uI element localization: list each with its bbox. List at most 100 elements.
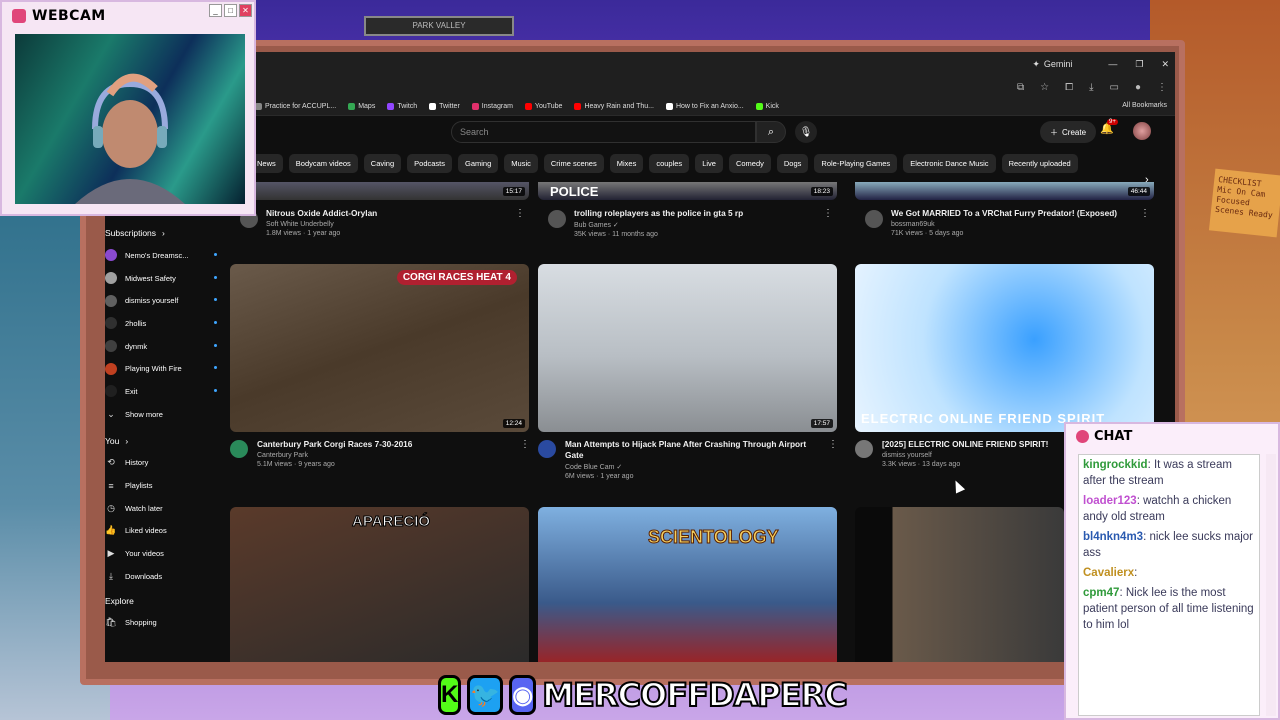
channel-avatar[interactable] bbox=[230, 440, 248, 458]
filter-chip[interactable]: Podcasts bbox=[407, 153, 453, 173]
bookmark-label: Twitch bbox=[397, 103, 418, 110]
bookmark-item[interactable]: How to Fix an Anxio... bbox=[665, 103, 744, 110]
filter-chip[interactable]: Bodycam videos bbox=[288, 153, 358, 173]
sidebar-item-history[interactable]: ⟲ History bbox=[105, 452, 223, 475]
sidebar-item-downloads[interactable]: ⤓ Downloads bbox=[105, 565, 223, 588]
channel-name[interactable]: Bub Games ✓ bbox=[574, 221, 829, 229]
filter-chip[interactable]: Recently uploaded bbox=[1001, 153, 1078, 173]
filter-chip[interactable]: Electronic Dance Music bbox=[903, 153, 996, 173]
channel-name-text: bossman69uk bbox=[891, 221, 935, 228]
video-title[interactable]: Canterbury Park Corgi Races 7-30-2016 bbox=[257, 439, 512, 450]
you-heading[interactable]: You › bbox=[105, 430, 223, 452]
more-options-icon[interactable]: ⋮ bbox=[1140, 208, 1150, 219]
filter-chip[interactable]: Dogs bbox=[776, 153, 809, 173]
video-thumbnail[interactable] bbox=[855, 507, 1064, 662]
video-thumbnail[interactable]: APARECIÓ bbox=[230, 507, 529, 662]
bookmark-favicon-icon bbox=[429, 103, 437, 110]
profile-icon[interactable]: ● bbox=[1135, 82, 1141, 93]
filter-chip[interactable]: Comedy bbox=[728, 153, 771, 173]
video-title[interactable]: Man Attempts to Hijack Plane After Crash… bbox=[565, 439, 820, 461]
video-thumbnail[interactable]: 15:17 bbox=[230, 182, 529, 200]
star-icon[interactable]: ☆ bbox=[1040, 82, 1049, 93]
gemini-button[interactable]: ✦ Gemini bbox=[1032, 59, 1072, 70]
new-content-dot bbox=[214, 389, 217, 393]
sidebar-item-subscription[interactable]: 2hollis bbox=[105, 312, 223, 335]
bookmark-item[interactable]: Kick bbox=[755, 103, 779, 110]
sidebar-item-subscription[interactable]: Exit bbox=[105, 380, 223, 403]
more-options-icon[interactable]: ⋮ bbox=[515, 208, 525, 219]
video-thumbnail[interactable]: CORGI RACES HEAT 4 12:24 bbox=[230, 264, 529, 432]
sidebar-item-playlists[interactable]: ≡ Playlists bbox=[105, 474, 223, 497]
notifications-button[interactable]: 🔔 9+ bbox=[1100, 119, 1118, 135]
filter-chip[interactable]: Mixes bbox=[609, 153, 644, 173]
video-thumbnail[interactable]: ELECTRIC ONLINE FRIEND SPIRIT bbox=[855, 264, 1154, 432]
channel-name[interactable]: Canterbury Park bbox=[257, 452, 512, 459]
filter-chip[interactable]: Crime scenes bbox=[543, 153, 604, 173]
video-thumbnail[interactable]: SCIENTOLOGY bbox=[538, 507, 837, 662]
filter-chip[interactable]: Role-Playing Games bbox=[814, 153, 898, 173]
search-button[interactable]: ⌕ bbox=[756, 121, 786, 143]
chevron-right-icon: › bbox=[162, 228, 165, 238]
more-options-icon[interactable]: ⋮ bbox=[823, 208, 833, 219]
bookmark-item[interactable]: Heavy Rain and Thu... bbox=[574, 103, 654, 110]
sidebar-item-liked-videos[interactable]: 👍 Liked videos bbox=[105, 520, 223, 543]
bookmark-item[interactable]: Twitch bbox=[387, 103, 417, 110]
menu-icon[interactable]: ⋮ bbox=[1157, 82, 1167, 93]
cast-icon[interactable]: ⧉ bbox=[1017, 82, 1024, 93]
sidebar-item-subscription[interactable]: Nemo's Dreamsc... bbox=[105, 244, 223, 267]
sidebar-item-subscription[interactable]: dynmk bbox=[105, 335, 223, 358]
bookmark-item[interactable]: Maps bbox=[348, 103, 375, 110]
all-bookmarks[interactable]: All Bookmarks bbox=[1122, 102, 1167, 109]
channel-name[interactable]: Soft White Underbelly bbox=[266, 221, 521, 228]
channel-avatar[interactable] bbox=[855, 440, 873, 458]
sidebar-item-subscription[interactable]: dismiss yourself bbox=[105, 289, 223, 312]
filter-chip[interactable]: Caving bbox=[363, 153, 402, 173]
search-input[interactable]: Search bbox=[451, 121, 756, 143]
channel-name[interactable]: bossman69uk bbox=[891, 221, 1146, 228]
bookmark-item[interactable]: Twitter bbox=[429, 103, 460, 110]
liked-videos-icon: 👍 bbox=[105, 525, 117, 536]
sidebar-item-subscription[interactable]: Midwest Safety bbox=[105, 267, 223, 290]
filter-chip[interactable]: Live bbox=[695, 153, 723, 173]
show-more-button[interactable]: ⌄ Show more bbox=[105, 403, 223, 426]
filter-chip[interactable]: couples bbox=[649, 153, 690, 173]
sidebar-item-your-videos[interactable]: ▶ Your videos bbox=[105, 542, 223, 565]
channel-name[interactable]: Code Blue Cam ✓ bbox=[565, 463, 820, 471]
video-thumbnail[interactable]: POLICE 18:23 bbox=[538, 182, 837, 200]
extensions-icon[interactable]: ⧠ bbox=[1065, 82, 1073, 93]
download-icon[interactable]: ⤓ bbox=[1089, 82, 1093, 93]
chat-username: loader123 bbox=[1083, 495, 1137, 507]
sidebar-item-shopping[interactable]: 🛍 Shopping bbox=[105, 612, 223, 635]
channel-avatar[interactable] bbox=[548, 210, 566, 228]
create-button[interactable]: ＋ Create bbox=[1040, 121, 1097, 143]
filter-chip[interactable]: Music bbox=[504, 153, 538, 173]
subscriptions-heading[interactable]: Subscriptions › bbox=[105, 222, 223, 244]
channel-avatar[interactable] bbox=[538, 440, 556, 458]
voice-search-button[interactable]: 🎙 bbox=[795, 121, 817, 143]
video-thumbnail[interactable]: 17:57 bbox=[538, 264, 837, 432]
minimize-icon[interactable]: — bbox=[1108, 59, 1117, 69]
filter-chip[interactable]: Gaming bbox=[458, 153, 499, 173]
video-thumbnail[interactable]: 46:44 bbox=[855, 182, 1154, 200]
bookmark-item[interactable]: Instagram bbox=[471, 103, 513, 110]
sidepanel-icon[interactable]: ▭ bbox=[1110, 82, 1119, 93]
more-options-icon[interactable]: ⋮ bbox=[520, 439, 530, 450]
sidebar-item-subscription[interactable]: Playing With Fire bbox=[105, 357, 223, 380]
close-icon[interactable]: ✕ bbox=[1161, 59, 1169, 70]
new-content-dot bbox=[214, 298, 217, 302]
chat-message: loader123: watchh a chicken andy old str… bbox=[1083, 493, 1255, 525]
more-options-icon[interactable]: ⋮ bbox=[828, 439, 838, 450]
video-duration: 18:23 bbox=[810, 187, 833, 196]
new-content-dot bbox=[214, 275, 217, 279]
video-title[interactable]: We Got MARRIED To a VRChat Furry Predato… bbox=[891, 208, 1146, 219]
bookmark-item[interactable]: YouTube bbox=[524, 103, 562, 110]
channel-avatar[interactable] bbox=[865, 210, 883, 228]
bookmark-item[interactable]: Practice for ACCUPL... bbox=[255, 103, 336, 110]
video-title[interactable]: Nitrous Oxide Addict-Orylan bbox=[266, 208, 521, 219]
checklist-sticky-note: CHECKLIST Mic On Cam Focused Scenes Read… bbox=[1208, 168, 1280, 238]
account-avatar[interactable] bbox=[1133, 122, 1151, 140]
restore-icon[interactable]: ❐ bbox=[1135, 59, 1143, 70]
video-title[interactable]: trolling roleplayers as the police in gt… bbox=[574, 208, 829, 219]
channel-avatar bbox=[105, 272, 117, 285]
sidebar-item-watch-later[interactable]: ◷ Watch later bbox=[105, 497, 223, 520]
